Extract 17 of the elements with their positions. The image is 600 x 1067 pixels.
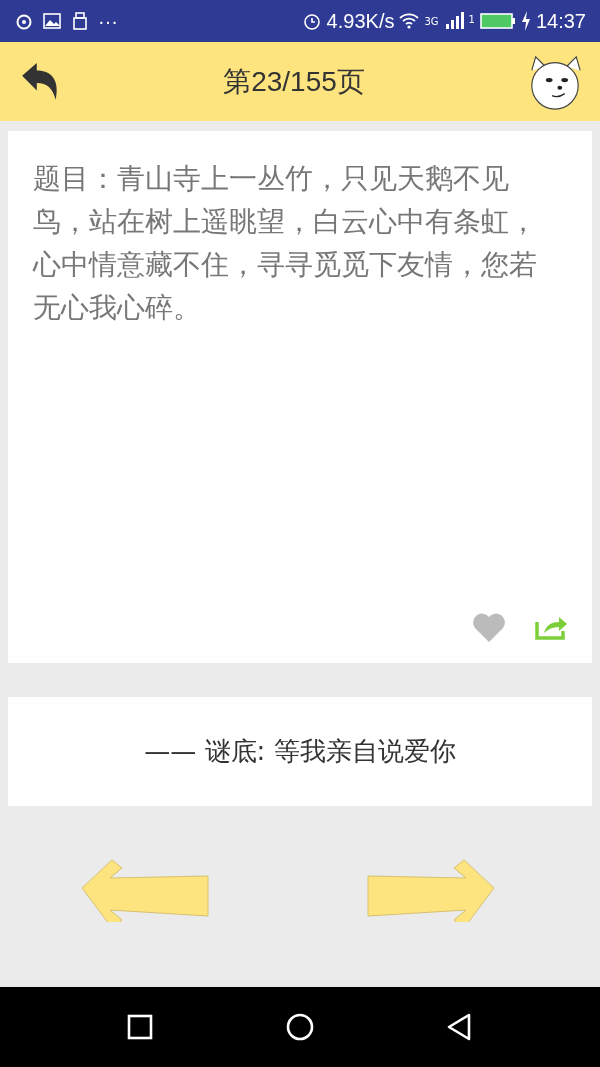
- charging-icon: [520, 11, 531, 31]
- sim-number: 1: [468, 13, 475, 25]
- signal-icon: [443, 11, 464, 31]
- image-icon: [42, 11, 62, 31]
- page-title: 第23/155页: [223, 64, 365, 99]
- recent-apps-icon[interactable]: [125, 1012, 155, 1042]
- alarm-icon: [301, 11, 322, 31]
- home-icon[interactable]: [285, 1012, 315, 1042]
- network-speed: 4.93K/s: [326, 9, 395, 33]
- riddle-text: 题目：青山寺上一丛竹，只见天鹅不见鸟，站在树上遥眺望，白云心中有条虹，心中情意藏不住，寻寻觅觅下友情，您若无心我心碎。: [33, 161, 538, 326]
- answer-text: —— 谜底: 等我亲自说爱你: [144, 735, 456, 768]
- battery-icon: [479, 13, 516, 29]
- more-indicator: ···: [98, 9, 118, 33]
- wifi-icon: [399, 11, 420, 31]
- network-type: 3G: [424, 15, 439, 27]
- usb-icon: [70, 11, 90, 31]
- clock: 14:37: [535, 9, 586, 33]
